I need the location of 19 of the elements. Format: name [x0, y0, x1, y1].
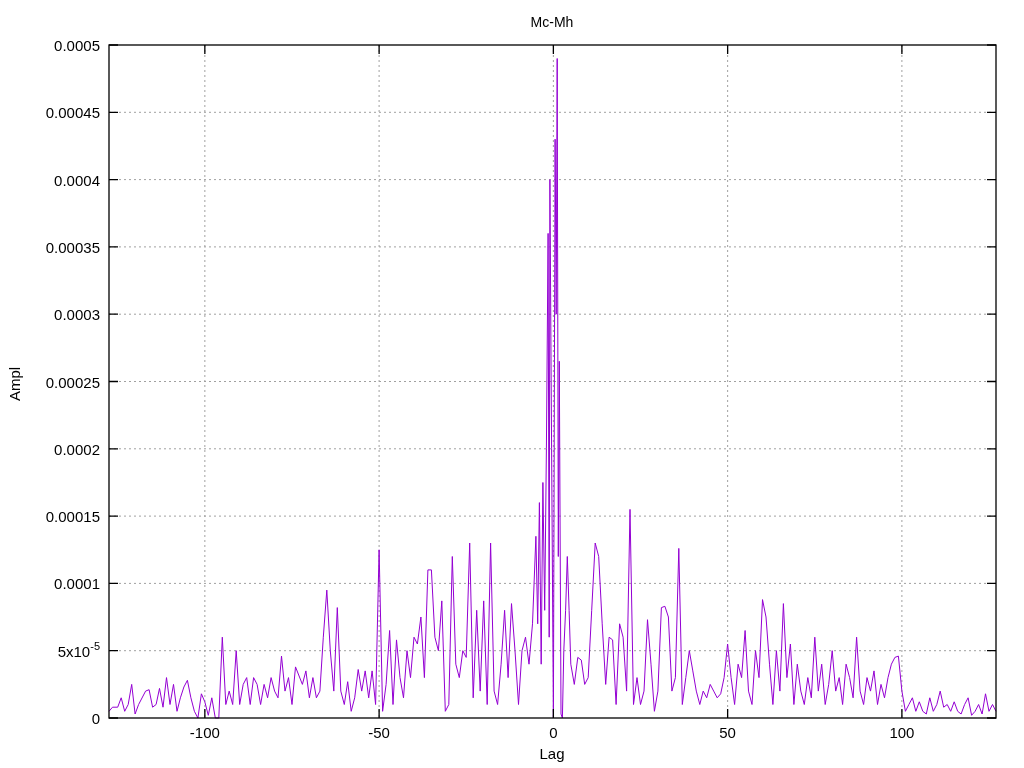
tick-label: 0.00035	[45, 239, 100, 255]
chart-title: Mc-Mh	[530, 15, 574, 29]
tick-label: 0.0001	[54, 575, 100, 591]
tick-label: 0.0004	[54, 172, 100, 188]
tick-label: 0	[91, 710, 100, 726]
tick-label: 0.00025	[45, 374, 100, 389]
tick-label: -50	[368, 725, 390, 740]
tick-label: 0.0005	[54, 37, 100, 53]
tick-label: 100	[889, 725, 915, 740]
x-axis-label: Lag	[539, 746, 565, 761]
y-axis-label: Ampl	[6, 366, 22, 402]
tick-label: 0.0002	[54, 441, 100, 457]
tick-label: 50	[719, 725, 736, 740]
tick-label: 0.00045	[45, 104, 100, 120]
tick-label: 5x10$^{-5}$	[57, 643, 100, 659]
tick-label: 0.00015	[45, 508, 100, 524]
tick-label: -100	[189, 725, 220, 740]
tick-label: 0.0003	[54, 306, 100, 322]
tick-label: 0	[549, 725, 558, 740]
